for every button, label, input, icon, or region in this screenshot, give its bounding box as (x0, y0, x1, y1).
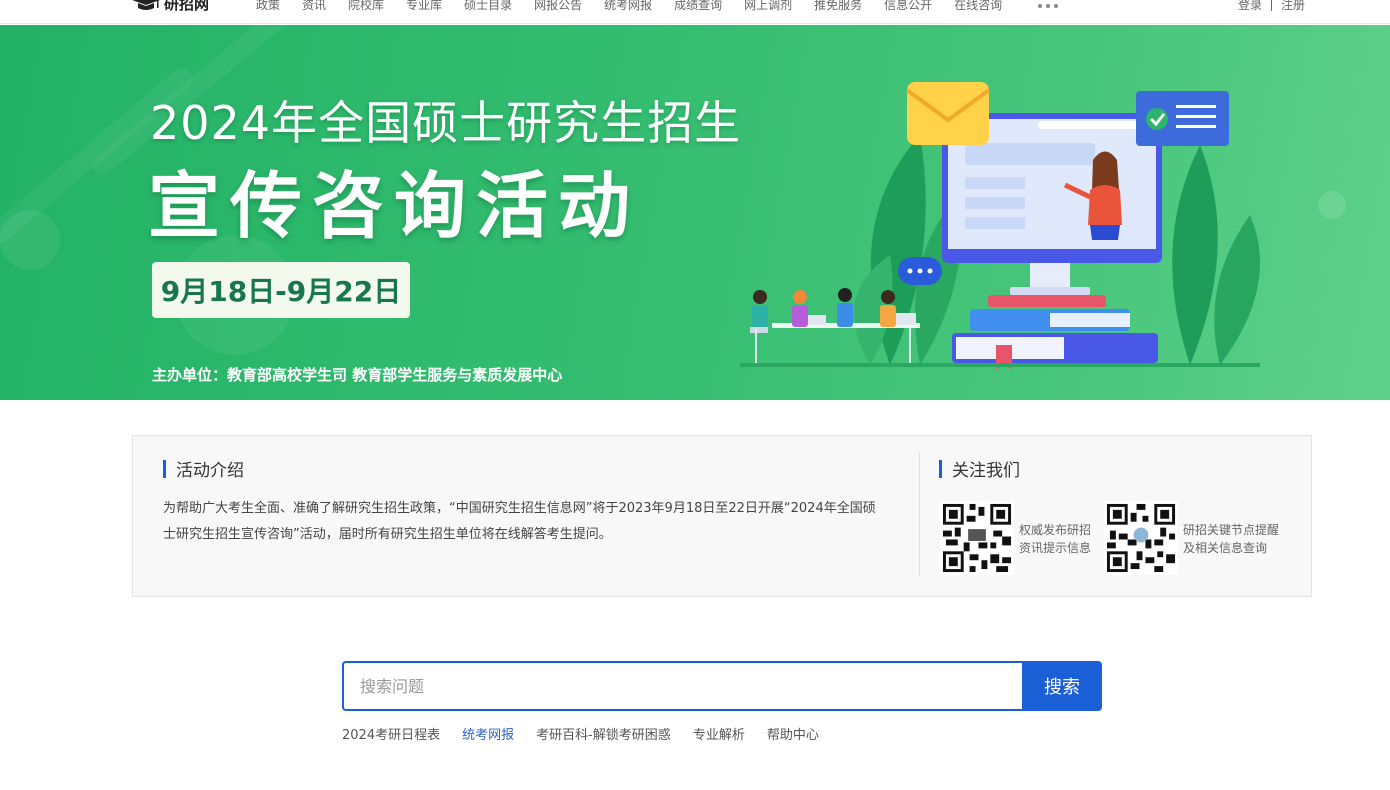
qr-label-2-line1: 研招关键节点提醒 (1183, 523, 1280, 537)
top-nav: 研招网 政策 资讯 院校库 专业库 硕士目录 网报公告 统考网报 成绩查询 网上… (0, 0, 1390, 24)
auth-links: 登录 注册 (1238, 0, 1305, 12)
hero-banner[interactable]: 2024年全国硕士研究生招生 宣传咨询活动 9月18日-9月22日 主办单位：教… (0, 25, 1390, 400)
search-button[interactable]: 搜索 (1022, 661, 1102, 711)
consultation-illustration (740, 82, 1260, 370)
banner-date-badge: 9月18日-9月22日 (152, 262, 410, 318)
site-logo[interactable]: 研招网 (132, 0, 209, 14)
banner-sponsor: 主办单位：教育部高校学生司 教育部学生服务与素质发展中心 (152, 366, 563, 384)
qr-label-2-line2: 及相关信息查询 (1183, 541, 1268, 555)
nav-item-info-disclosure[interactable]: 信息公开 (873, 0, 943, 12)
main-nav: 政策 资讯 院校库 专业库 硕士目录 网报公告 统考网报 成绩查询 网上调剂 推… (245, 0, 1013, 12)
register-link[interactable]: 注册 (1281, 0, 1305, 12)
qr-code-icon[interactable] (1104, 501, 1178, 575)
login-link[interactable]: 登录 (1238, 0, 1262, 12)
nav-item-registration-notice[interactable]: 网报公告 (523, 0, 593, 12)
hot-link-help-center[interactable]: 帮助中心 (767, 724, 819, 743)
nav-item-online-consult[interactable]: 在线咨询 (943, 0, 1013, 12)
graduation-cap-icon (132, 0, 160, 10)
hot-link-encyclopedia[interactable]: 考研百科-解锁考研困惑 (536, 724, 671, 743)
nav-item-master-catalog[interactable]: 硕士目录 (453, 0, 523, 12)
logo-text: 研招网 (164, 0, 210, 13)
follow-title-text: 关注我们 (952, 461, 1020, 481)
nav-item-online-registration[interactable]: 统考网报 (593, 0, 663, 12)
panel-divider (919, 453, 920, 577)
nav-item-news[interactable]: 资讯 (291, 0, 337, 12)
intro-description: 为帮助广大考生全面、准确了解研究生招生政策，“中国研究生招生信息网”将于2023… (163, 501, 876, 542)
search-input[interactable] (342, 661, 1022, 711)
qr-code-icon[interactable] (940, 501, 1014, 575)
nav-item-score-query[interactable]: 成绩查询 (663, 0, 733, 12)
auth-separator (1271, 0, 1273, 11)
banner-title-line1: 2024年全国硕士研究生招生 (150, 96, 742, 150)
nav-item-policy[interactable]: 政策 (245, 0, 291, 12)
title-accent-bar (163, 459, 166, 478)
nav-item-majors[interactable]: 专业库 (395, 0, 453, 12)
qr-label-2: 研招关键节点提醒 及相关信息查询 (1183, 521, 1293, 557)
nav-item-adjustment[interactable]: 网上调剂 (733, 0, 803, 12)
nav-item-recommendation[interactable]: 推免服务 (803, 0, 873, 12)
hot-links: 2024考研日程表 统考网报 考研百科-解锁考研困惑 专业解析 帮助中心 (342, 724, 841, 743)
hot-link-schedule[interactable]: 2024考研日程表 (342, 724, 440, 743)
hot-link-registration[interactable]: 统考网报 (462, 724, 514, 743)
hot-link-major-analysis[interactable]: 专业解析 (693, 724, 745, 743)
follow-section-title: 关注我们 (939, 456, 1020, 481)
intro-section-title: 活动介绍 (163, 456, 244, 481)
nav-item-schools[interactable]: 院校库 (337, 0, 395, 12)
ellipsis-icon[interactable] (1038, 4, 1058, 8)
activity-intro-panel: 活动介绍 为帮助广大考生全面、准确了解研究生招生政策，“中国研究生招生信息网”将… (132, 435, 1312, 597)
search-bar: 搜索 (342, 661, 1102, 711)
title-accent-bar (939, 459, 942, 478)
intro-title-text: 活动介绍 (176, 461, 244, 481)
banner-title-line2: 宣传咨询活动 (148, 164, 641, 248)
